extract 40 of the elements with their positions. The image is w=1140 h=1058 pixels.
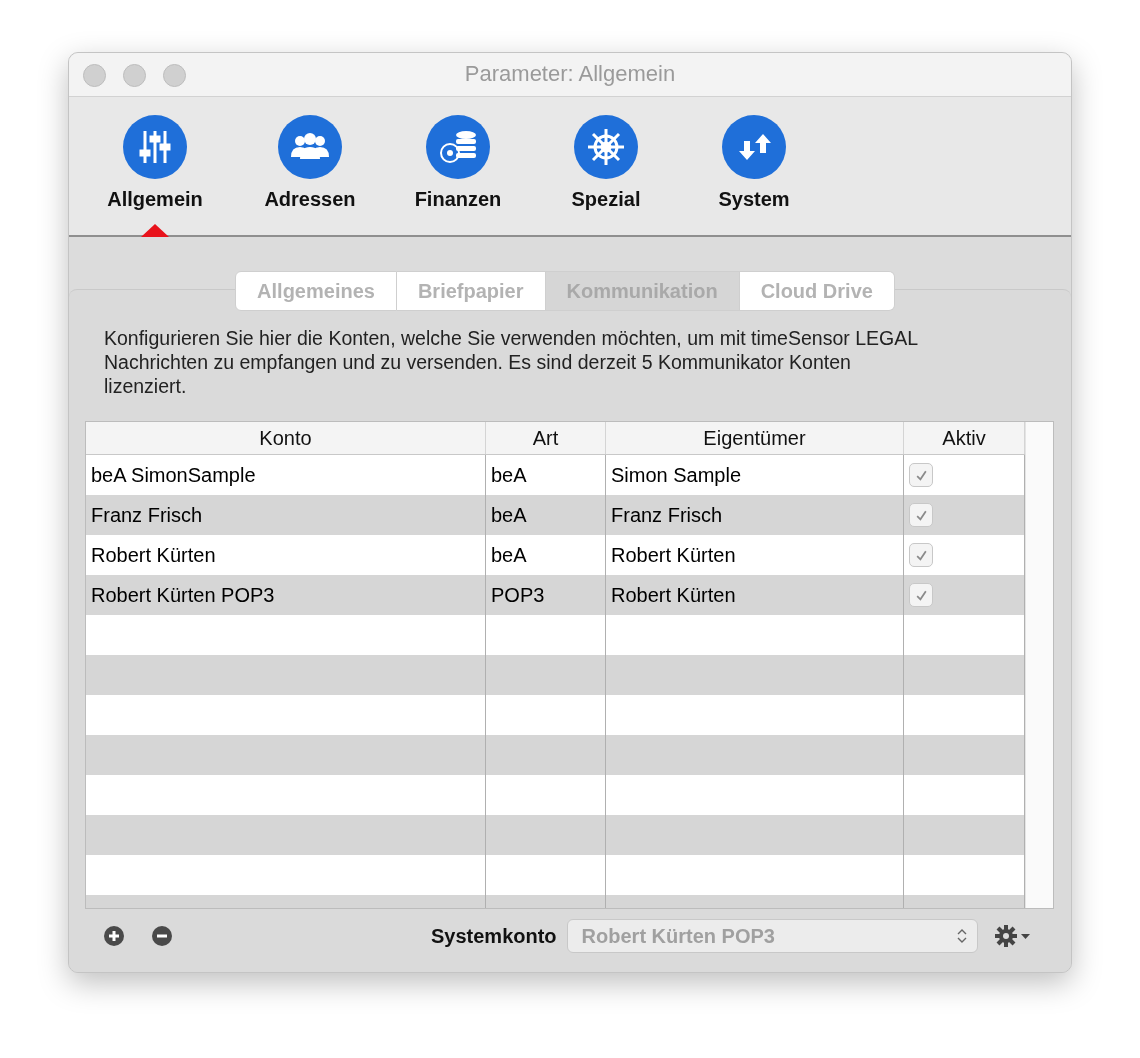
minimize-button[interactable] xyxy=(123,64,146,87)
column-header[interactable]: Eigentümer xyxy=(606,422,904,454)
remove-button[interactable] xyxy=(151,925,173,947)
zoom-button[interactable] xyxy=(163,64,186,87)
column-header[interactable]: Art xyxy=(486,422,606,454)
scrollbar-track[interactable] xyxy=(1025,422,1053,908)
window-title: Parameter: Allgemein xyxy=(464,61,676,88)
people-icon xyxy=(278,114,342,179)
toolbar-tab[interactable]: Adressen xyxy=(251,96,369,235)
add-button[interactable] xyxy=(103,925,125,947)
checkbox[interactable] xyxy=(909,543,933,567)
close-button[interactable] xyxy=(83,64,106,87)
checkbox[interactable] xyxy=(909,503,933,527)
table-row[interactable]: Franz Frisch beA Franz Frisch xyxy=(86,495,1025,535)
description-text: Konfigurieren Sie hier die Konten, welche Sie verwenden möchten, um mit timeSensor LEGAL Nachrichten zu empfangen und zu versenden. Es sind derzeit 5 Kommunikator Konten lizenziert. xyxy=(104,326,919,398)
table-cell: Robert Kürten xyxy=(606,575,904,615)
checkmark-icon xyxy=(914,588,928,602)
table-cell: Franz Frisch xyxy=(86,495,486,535)
checkbox[interactable] xyxy=(909,463,933,487)
checkmark-icon xyxy=(914,508,928,522)
column-header[interactable]: Konto xyxy=(86,422,486,454)
systemkonto-label: Systemkonto xyxy=(431,924,557,948)
checkmark-icon xyxy=(914,468,928,482)
toolbar-tab[interactable]: System xyxy=(695,96,813,235)
table-cell: POP3 xyxy=(486,575,606,615)
table-cell: beA xyxy=(486,495,606,535)
checkbox[interactable] xyxy=(909,583,933,607)
checkmark-icon xyxy=(914,548,928,562)
sliders-icon xyxy=(123,114,187,179)
updown-chevron-icon xyxy=(956,928,967,944)
ship-wheel-icon xyxy=(574,114,638,179)
arrows-icon xyxy=(722,114,786,179)
table-cell: Robert Kürten POP3 xyxy=(86,575,486,615)
toolbar-tab[interactable]: Finanzen xyxy=(399,96,517,235)
table-row[interactable]: Robert Kürten POP3 POP3 Robert Kürten xyxy=(86,575,1025,615)
coins-icon xyxy=(426,114,490,179)
selection-pointer xyxy=(141,224,169,237)
table-cell: Franz Frisch xyxy=(606,495,904,535)
toolbar-tab[interactable]: Allgemein xyxy=(95,96,215,235)
toolbar-tab[interactable]: Spezial xyxy=(547,96,665,235)
